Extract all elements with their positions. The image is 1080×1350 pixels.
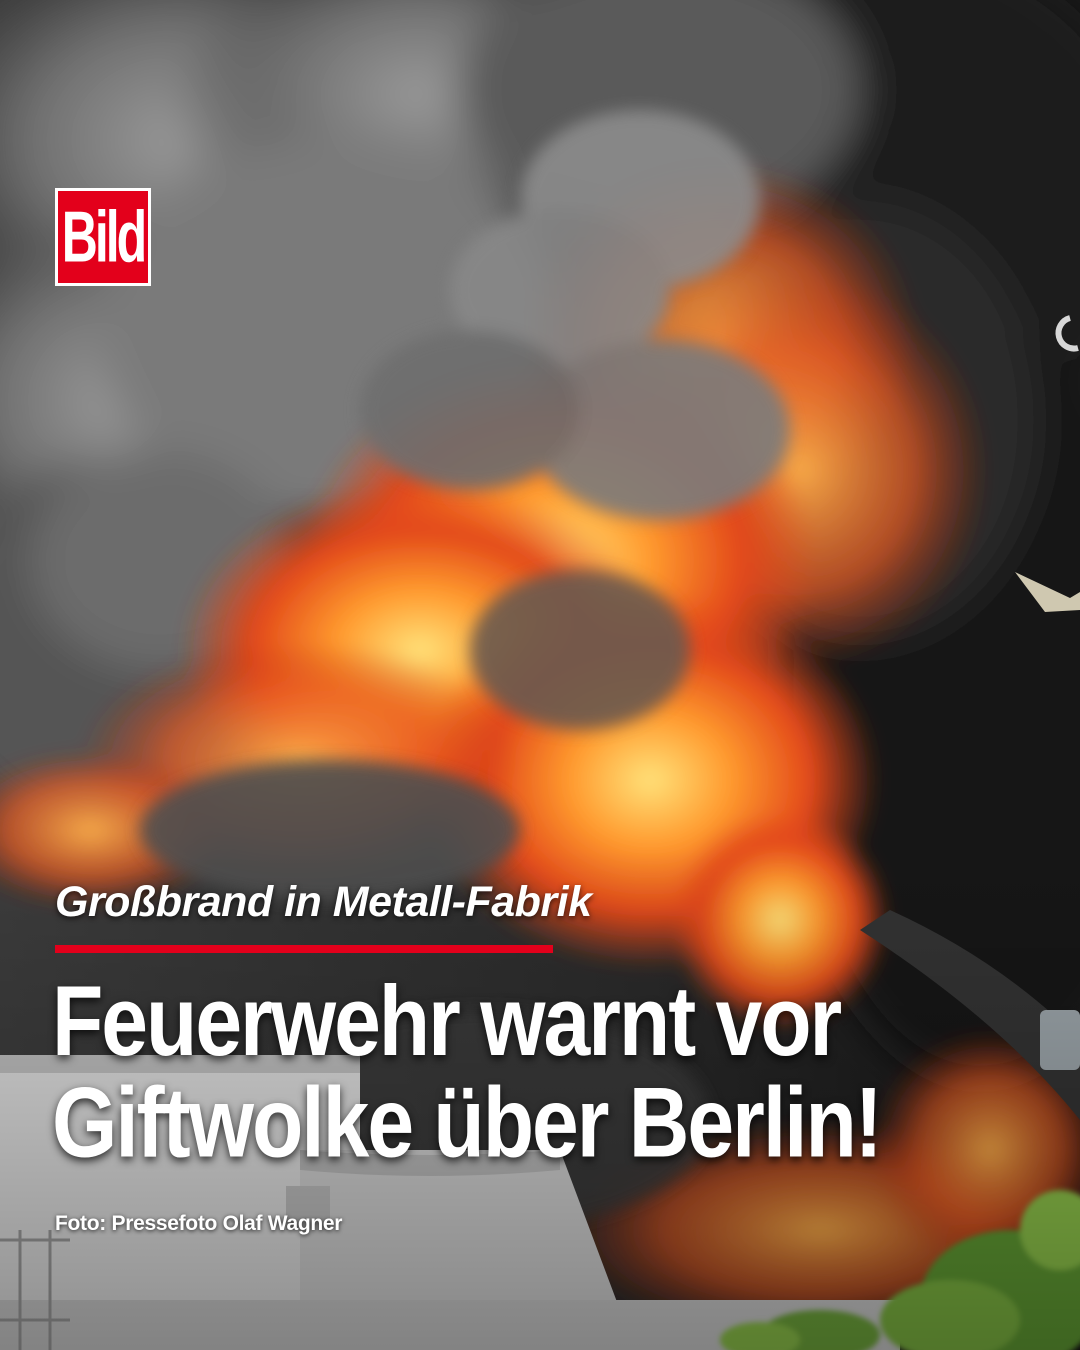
bild-logo: Bild [55,188,151,286]
headline-line-1: Feuerwehr warnt vor [52,965,842,1077]
kicker-underline [55,945,553,953]
kicker-text: Großbrand in Metall-Fabrik [55,878,592,926]
photo-credit: Foto: Pressefoto Olaf Wagner [55,1212,343,1235]
news-post-card: Bild Großbrand in Metall-Fabrik Feuerweh… [0,0,1080,1350]
headline-line-2: Giftwolke über Berlin! [52,1066,883,1178]
headline: Feuerwehr warnt vor Giftwolke über Berli… [52,970,1052,1173]
logo-text: Bild [61,196,147,278]
